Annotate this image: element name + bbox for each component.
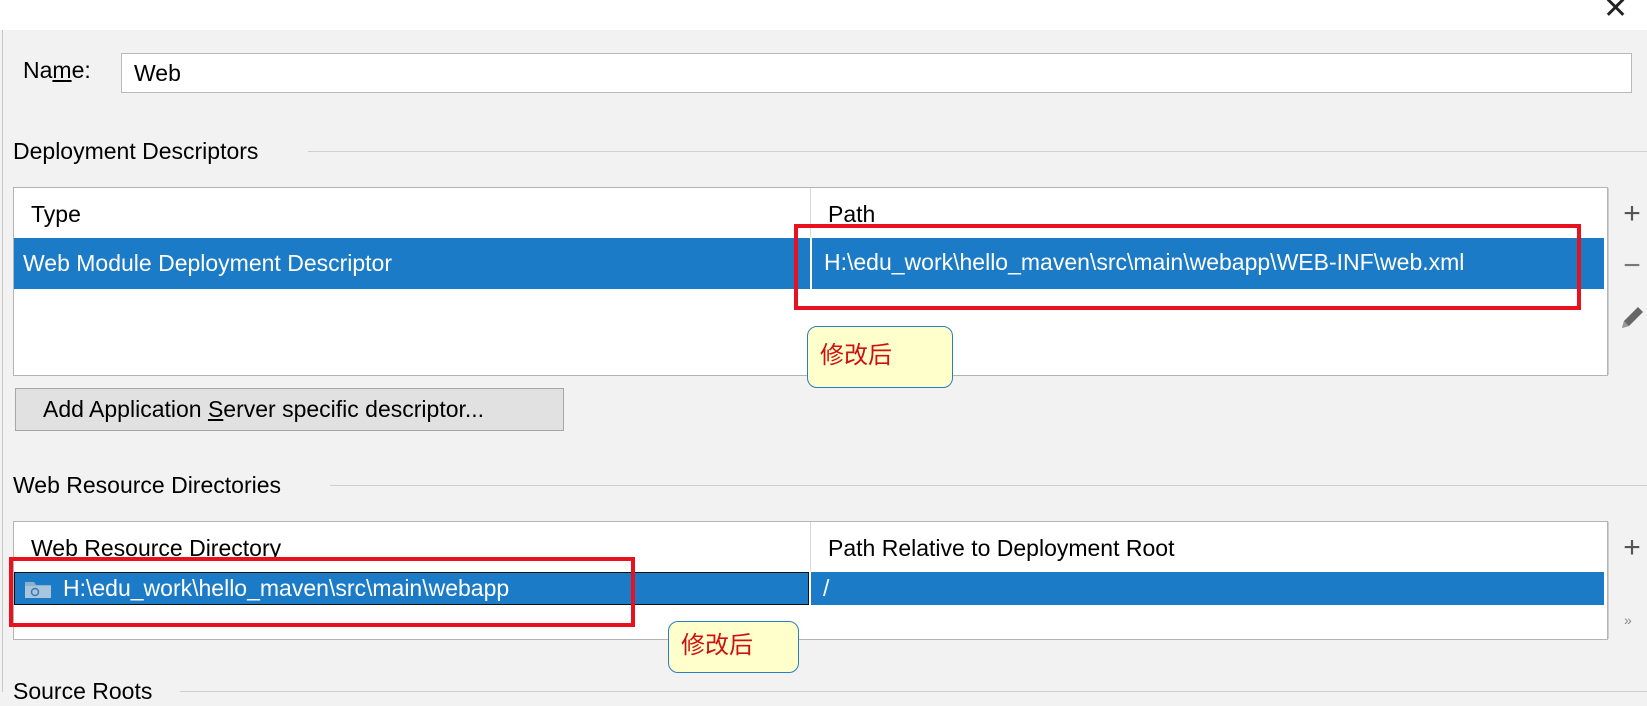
- add-server-descriptor-button[interactable]: Add Application Server specific descript…: [15, 388, 564, 431]
- plus-icon[interactable]: +: [1617, 533, 1647, 563]
- column-divider[interactable]: [810, 188, 811, 237]
- name-label: Name:: [23, 57, 91, 83]
- plus-icon[interactable]: +: [1617, 199, 1647, 229]
- source-roots-title: Source Roots: [13, 678, 153, 704]
- table-row[interactable]: Web Module Deployment Descriptor H:\edu_…: [14, 238, 1604, 289]
- column-divider[interactable]: [810, 522, 811, 571]
- table-row[interactable]: H:\edu_work\hello_maven\src\main\webapp …: [14, 572, 1604, 605]
- deployment-descriptors-title: Deployment Descriptors: [13, 138, 259, 164]
- deployment-descriptors-separator: [308, 151, 1647, 152]
- annotation-note: 修改后: [807, 326, 953, 388]
- row-relative-path-cell: /: [811, 572, 1604, 605]
- close-icon[interactable]: ✕: [1603, 0, 1628, 24]
- column-header-path[interactable]: Path: [828, 199, 875, 229]
- column-header-web-resource-directory[interactable]: Web Resource Directory: [31, 533, 281, 563]
- row-directory-cell: H:\edu_work\hello_maven\src\main\webapp: [14, 572, 809, 605]
- annotation-note: 修改后: [668, 621, 799, 673]
- web-resource-directories-title: Web Resource Directories: [13, 472, 282, 498]
- column-header-relative-path[interactable]: Path Relative to Deployment Root: [828, 533, 1174, 563]
- column-header-type[interactable]: Type: [31, 199, 81, 229]
- name-input[interactable]: [121, 53, 1632, 93]
- web-resource-directories-separator: [330, 485, 1647, 486]
- dialog-title-strip: [0, 0, 1647, 30]
- minus-icon[interactable]: −: [1617, 251, 1647, 281]
- row-directory-text: H:\edu_work\hello_maven\src\main\webapp: [63, 575, 510, 601]
- folder-icon: [24, 578, 52, 605]
- row-type-cell: Web Module Deployment Descriptor: [14, 238, 810, 289]
- dialog-left-border: [2, 30, 3, 692]
- pencil-icon[interactable]: [1618, 302, 1647, 337]
- chevron-double-right-icon[interactable]: »: [1624, 612, 1632, 628]
- row-path-cell: H:\edu_work\hello_maven\src\main\webapp\…: [812, 238, 1604, 289]
